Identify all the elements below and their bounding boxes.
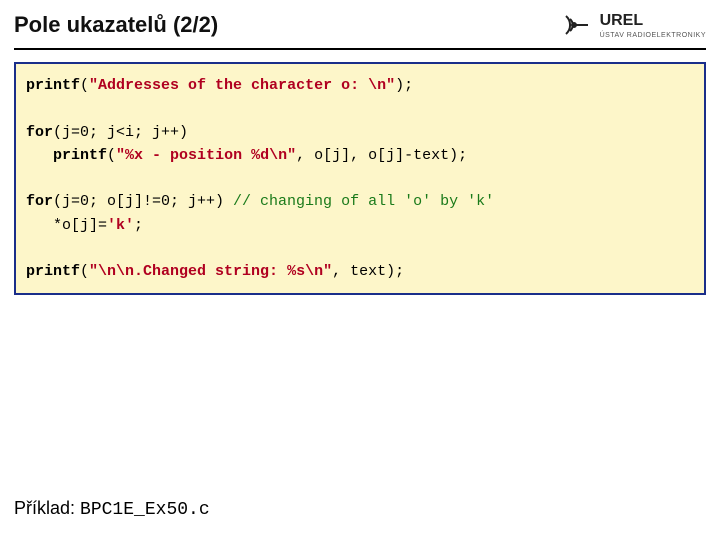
code-text: (j=0; j<i; j++) xyxy=(53,124,188,141)
code-text: *o[j]= xyxy=(26,217,107,234)
code-kw: for xyxy=(26,124,53,141)
antenna-icon xyxy=(560,8,594,42)
code-text: (j=0; o[j]!=0; j++) xyxy=(53,193,233,210)
logo-name: UREL xyxy=(600,12,706,30)
slide-title: Pole ukazatelů (2/2) xyxy=(14,12,218,38)
code-text: ( xyxy=(107,147,116,164)
code-kw: printf xyxy=(26,263,80,280)
code-comment: // changing of all 'o' by 'k' xyxy=(233,193,494,210)
code-text: , text); xyxy=(332,263,404,280)
footer: Příklad: BPC1E_Ex50.c xyxy=(14,498,210,520)
slide-header: Pole ukazatelů (2/2) UREL ÚSTAV RADIOELE… xyxy=(0,0,720,44)
code-kw: printf xyxy=(26,77,80,94)
code-string: 'k' xyxy=(107,217,134,234)
code-string: "Addresses of the character o: \n" xyxy=(89,77,395,94)
code-text: ( xyxy=(80,263,89,280)
code-string: "\n\n.Changed string: %s\n" xyxy=(89,263,332,280)
logo-text-block: UREL ÚSTAV RADIOELEKTRONIKY xyxy=(600,12,706,39)
code-kw: printf xyxy=(53,147,107,164)
logo-subtitle: ÚSTAV RADIOELEKTRONIKY xyxy=(600,32,706,39)
code-block: printf("Addresses of the character o: \n… xyxy=(14,62,706,295)
code-text: ( xyxy=(80,77,89,94)
code-text: , o[j], o[j]-text); xyxy=(296,147,467,164)
header-rule xyxy=(14,48,706,50)
logo: UREL ÚSTAV RADIOELEKTRONIKY xyxy=(560,8,706,42)
footer-filename: BPC1E_Ex50.c xyxy=(80,500,210,520)
code-string: "%x - position %d\n" xyxy=(116,147,296,164)
code-text: ; xyxy=(134,217,143,234)
footer-label: Příklad: xyxy=(14,498,80,518)
code-text: ); xyxy=(395,77,413,94)
code-kw: for xyxy=(26,193,53,210)
